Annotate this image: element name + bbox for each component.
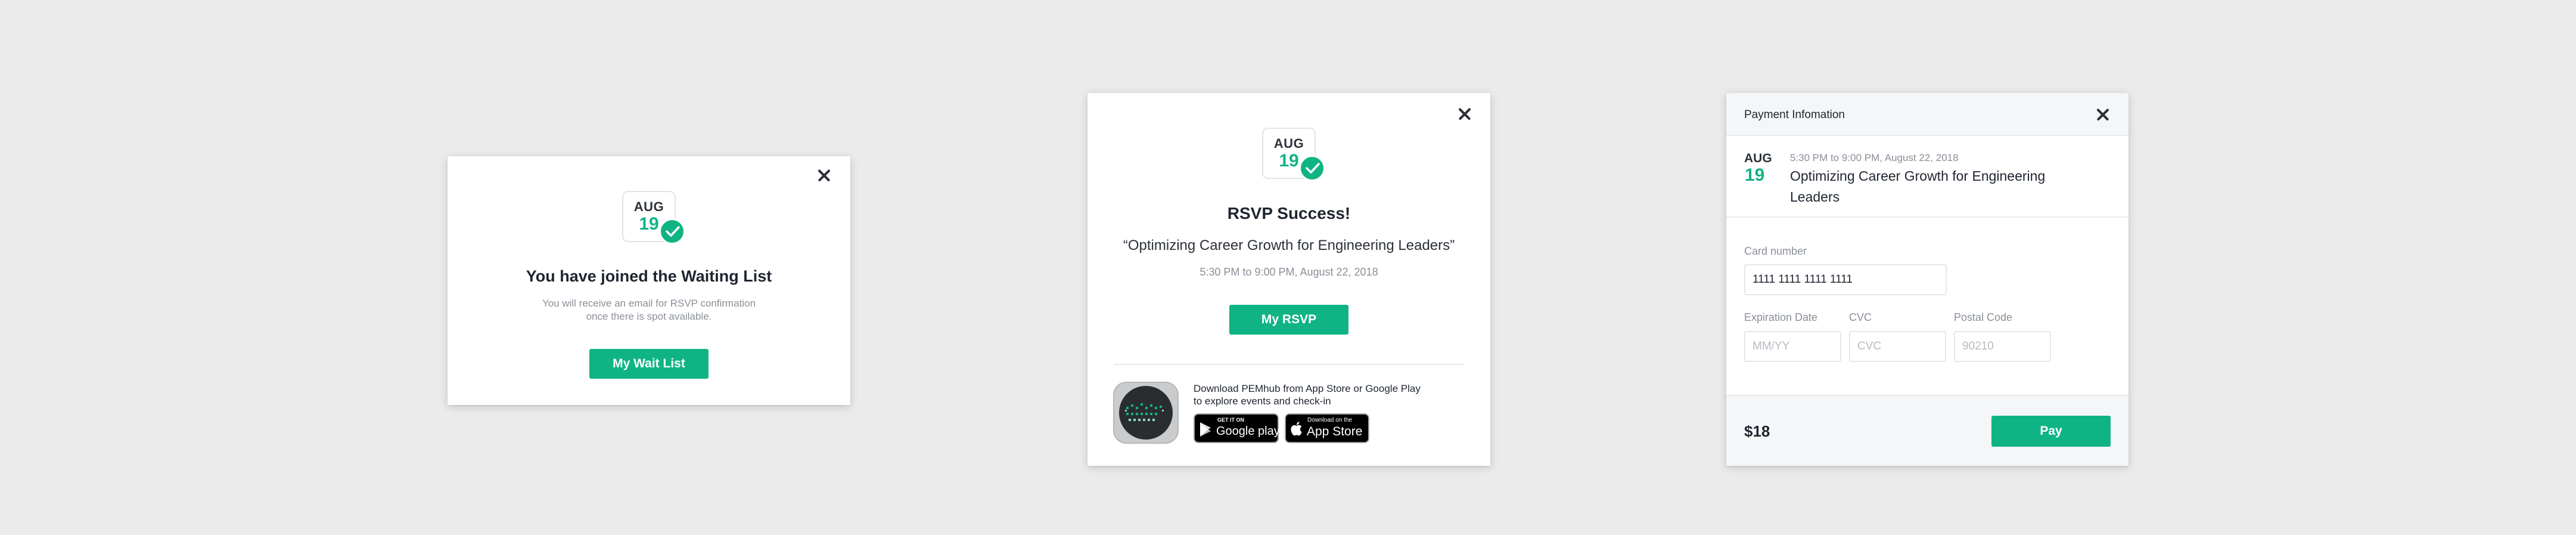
card-number-field[interactable] — [1744, 264, 1947, 295]
close-icon[interactable] — [1456, 105, 1474, 123]
close-icon[interactable] — [815, 166, 833, 184]
postal-code-label: Postal Code — [1954, 311, 2013, 323]
apple-icon — [1291, 422, 1302, 436]
close-icon[interactable] — [2094, 106, 2112, 123]
google-play-button[interactable]: GET IT ON Google play — [1194, 413, 1280, 443]
my-wait-list-button[interactable]: My Wait List — [589, 349, 709, 379]
waitlist-title: You have joined the Waiting List — [526, 267, 772, 285]
divider — [1726, 217, 2128, 218]
cvc-label: CVC — [1849, 311, 1872, 323]
google-play-small-label: GET IT ON — [1217, 417, 1244, 423]
download-text-line1: Download PEMhub from App Store or Google… — [1194, 383, 1421, 394]
google-play-big-label: Google play — [1216, 425, 1280, 438]
app-logo-icon — [1113, 382, 1179, 444]
event-time: 5:30 PM to 9:00 PM, August 22, 2018 — [1790, 152, 1959, 163]
card-number-label: Card number — [1744, 245, 1807, 257]
my-rsvp-button[interactable]: My RSVP — [1229, 305, 1348, 335]
postal-code-field[interactable] — [1954, 331, 2051, 362]
payment-modal: Payment Infomation AUG 19 5:30 PM to 9:0… — [1726, 93, 2128, 466]
price: $18 — [1744, 422, 1770, 440]
waitlist-message-line1: You will receive an email for RSVP confi… — [542, 298, 756, 309]
waitlist-modal: AUG 19 You have joined the Waiting List … — [448, 156, 850, 405]
event-month: AUG — [1744, 151, 1772, 165]
app-store-small-label: Download on the — [1307, 417, 1353, 423]
event-day: 19 — [1745, 165, 1765, 185]
waitlist-message-line2: once there is spot available. — [586, 311, 712, 322]
event-time: 5:30 PM to 9:00 PM, August 22, 2018 — [1200, 266, 1378, 278]
payment-header-title: Payment Infomation — [1744, 109, 1845, 121]
payment-header: Payment Infomation — [1726, 93, 2128, 136]
cvc-field[interactable] — [1849, 331, 1946, 362]
calendar-month: AUG — [1273, 136, 1304, 151]
event-title-line1: Optimizing Career Growth for Engineering — [1790, 168, 2046, 184]
rsvp-modal: AUG 19 RSVP Success! “Optimizing Career … — [1087, 93, 1490, 466]
expiration-label: Expiration Date — [1744, 311, 1818, 323]
calendar-month: AUG — [633, 199, 664, 214]
expiration-field[interactable] — [1744, 331, 1841, 362]
app-store-button[interactable]: Download on the App Store — [1285, 413, 1369, 443]
divider — [1114, 364, 1464, 365]
payment-footer: $18 Pay — [1726, 395, 2128, 466]
pay-button[interactable]: Pay — [1991, 416, 2111, 447]
check-icon — [1299, 155, 1325, 181]
event-title: “Optimizing Career Growth for Engineerin… — [1123, 237, 1455, 253]
event-title-line2: Leaders — [1790, 189, 1840, 205]
download-text-line2: to explore events and check-in — [1194, 395, 1331, 407]
google-play-icon — [1200, 422, 1211, 437]
check-icon — [659, 218, 685, 245]
app-store-big-label: App Store — [1307, 425, 1363, 438]
rsvp-title: RSVP Success! — [1227, 204, 1351, 222]
